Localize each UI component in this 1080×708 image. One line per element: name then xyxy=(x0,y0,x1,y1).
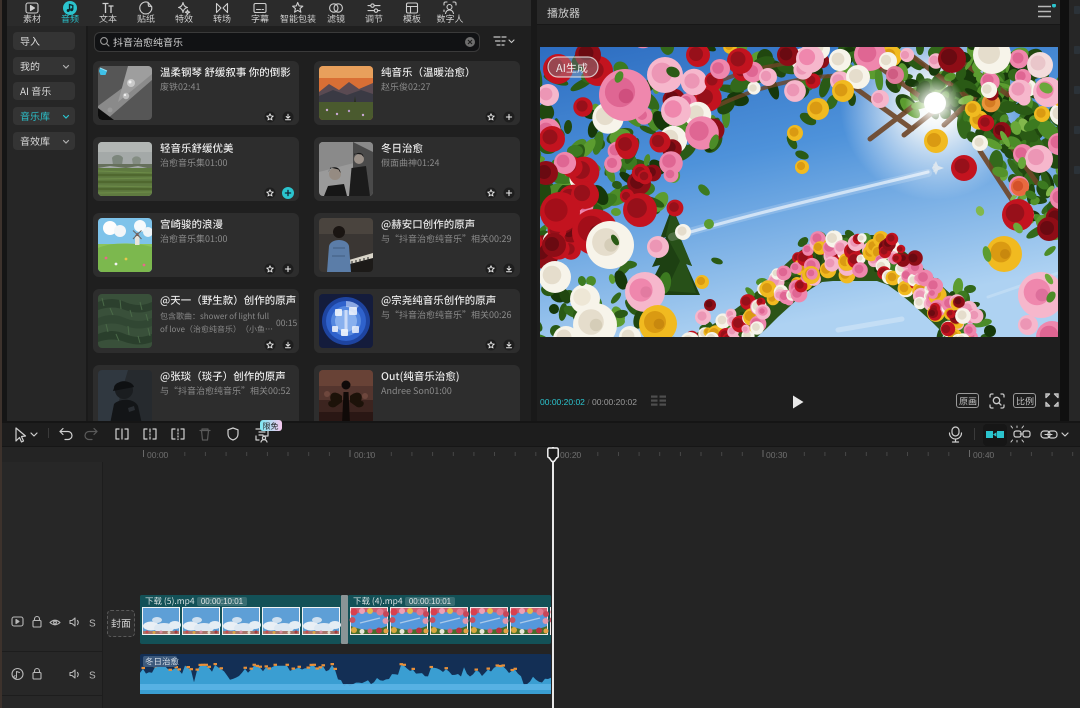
svg-text:S: S xyxy=(89,619,96,630)
svg-text:S: S xyxy=(89,671,96,682)
